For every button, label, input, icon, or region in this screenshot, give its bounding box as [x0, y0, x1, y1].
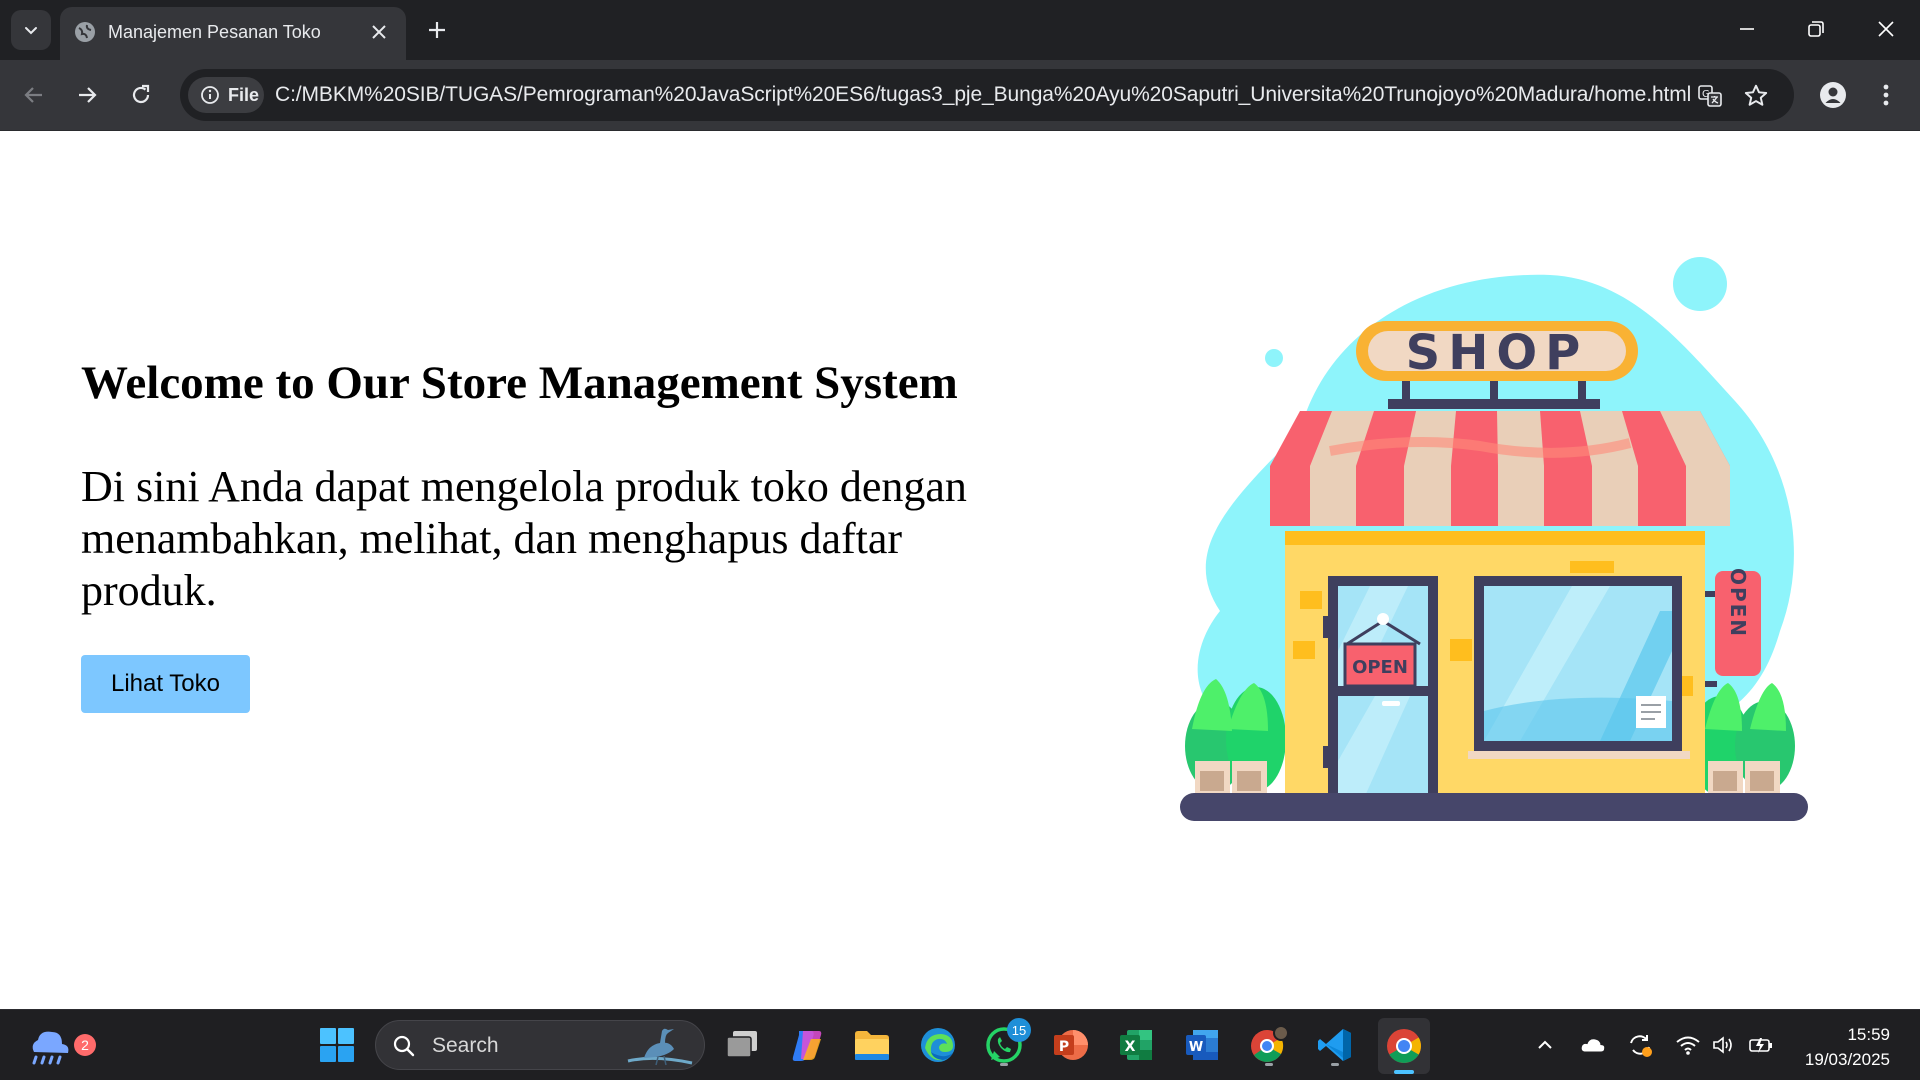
door-open-sign-text: OPEN [1352, 657, 1408, 678]
onedrive-button[interactable] [1580, 1032, 1606, 1058]
tab-search-button[interactable] [11, 10, 51, 50]
sync-icon [1630, 1035, 1652, 1057]
restore-button[interactable] [1801, 14, 1831, 44]
page-title: Welcome to Our Store Management System [81, 357, 958, 409]
browser-tab[interactable]: Manajemen Pesanan Toko [60, 7, 406, 60]
profile-icon [1820, 82, 1846, 108]
chrome-profile-icon [1251, 1025, 1289, 1062]
wifi-icon [1676, 1036, 1700, 1055]
clock-time: 15:59 [1847, 1025, 1890, 1044]
shop-illustration: SHOP OPEN OPEN [1180, 257, 1808, 821]
task-view-button[interactable] [719, 1022, 765, 1068]
svg-text:W: W [1189, 1040, 1203, 1055]
tab-title: Manajemen Pesanan Toko [108, 22, 321, 42]
vscode-icon [1318, 1029, 1351, 1061]
browser-toolbar: File C:/MBKM%20SIB/TUGAS/Pemrograman%20J… [0, 60, 1920, 131]
chrome-button[interactable] [1378, 1018, 1430, 1074]
windows-taskbar: 2 Search 15 P X W 15:59 19/03/2025 [0, 1009, 1920, 1080]
info-icon [201, 86, 219, 104]
bookmark-button[interactable] [1742, 82, 1770, 110]
arrow-left-icon [24, 87, 42, 103]
forward-button[interactable] [70, 78, 104, 112]
whatsapp-unread-badge: 15 [1007, 1018, 1031, 1042]
translate-button[interactable]: G [1696, 82, 1724, 110]
battery-button[interactable] [1748, 1032, 1774, 1058]
hero-section: Welcome to Our Store Management System D… [81, 355, 1041, 617]
reload-button[interactable] [124, 78, 158, 112]
shop-sign-text: SHOP [1406, 325, 1589, 381]
close-icon [1878, 21, 1894, 37]
volume-button[interactable] [1710, 1032, 1736, 1058]
back-button[interactable] [17, 78, 51, 112]
file-explorer-button[interactable] [849, 1022, 895, 1068]
clock-date: 19/03/2025 [1804, 1050, 1890, 1069]
browser-tab-bar: Manajemen Pesanan Toko [0, 0, 1920, 60]
speaker-icon [1713, 1036, 1732, 1054]
powerpoint-icon: P [1054, 1030, 1088, 1060]
chevron-down-icon [25, 27, 37, 35]
edge-button[interactable] [915, 1022, 961, 1068]
running-indicator [1000, 1063, 1008, 1066]
weather-alert-badge: 2 [74, 1034, 96, 1056]
taskbar-search[interactable]: Search [375, 1020, 705, 1070]
reload-icon [132, 84, 150, 104]
weather-widget[interactable]: 2 [26, 1024, 96, 1068]
page-description: Di sini Anda dapat mengelola produk toko… [81, 462, 967, 615]
close-window-button[interactable] [1871, 14, 1901, 44]
weather-cloud-icon [32, 1031, 69, 1065]
active-app-indicator [1394, 1070, 1414, 1074]
search-label: Search [432, 1034, 499, 1057]
copilot-button[interactable] [784, 1022, 830, 1068]
word-icon: W [1186, 1030, 1218, 1060]
address-bar[interactable]: File C:/MBKM%20SIB/TUGAS/Pemrograman%20J… [180, 69, 1794, 121]
arrow-right-icon [79, 87, 97, 103]
minimize-button[interactable] [1732, 14, 1762, 44]
running-indicator [1265, 1063, 1273, 1066]
translate-icon: G [1698, 85, 1722, 107]
copilot-icon [792, 1031, 822, 1061]
wifi-button[interactable] [1675, 1032, 1701, 1058]
url-text[interactable]: C:/MBKM%20SIB/TUGAS/Pemrograman%20JavaSc… [275, 83, 1691, 107]
sync-status-button[interactable] [1627, 1032, 1653, 1058]
onedrive-cloud-icon [1581, 1039, 1605, 1052]
file-chip-label: File [228, 84, 260, 105]
file-explorer-icon [855, 1031, 889, 1060]
svg-text:P: P [1059, 1039, 1069, 1055]
profile-button[interactable] [1816, 78, 1850, 112]
task-view-icon [726, 1031, 757, 1058]
star-icon [1744, 84, 1768, 106]
heron-search-highlight-icon [627, 1028, 693, 1066]
vscode-button[interactable] [1312, 1022, 1358, 1068]
windows-start-icon [320, 1028, 354, 1062]
excel-button[interactable]: X [1113, 1022, 1159, 1068]
web-page: Welcome to Our Store Management System D… [0, 131, 1920, 1009]
chrome-profile-button[interactable] [1246, 1022, 1292, 1068]
word-button[interactable]: W [1179, 1022, 1225, 1068]
running-indicator [1331, 1063, 1339, 1066]
start-button[interactable] [314, 1022, 360, 1068]
system-clock[interactable]: 15:59 19/03/2025 [1805, 1022, 1890, 1072]
close-tab-icon[interactable] [370, 23, 388, 41]
minimize-icon [1740, 28, 1754, 30]
powerpoint-button[interactable]: P [1047, 1022, 1093, 1068]
search-icon [393, 1035, 415, 1057]
excel-icon: X [1120, 1030, 1152, 1060]
whatsapp-button[interactable]: 15 [981, 1018, 1031, 1068]
chrome-icon [1387, 1029, 1421, 1063]
svg-text:X: X [1125, 1039, 1136, 1055]
edge-icon [921, 1028, 955, 1062]
chevron-up-icon [1538, 1040, 1552, 1049]
kebab-menu-icon [1883, 84, 1889, 106]
restore-icon [1808, 21, 1824, 37]
globe-icon [75, 22, 95, 42]
view-store-button[interactable]: Lihat Toko [81, 655, 250, 713]
new-tab-icon[interactable] [424, 17, 450, 43]
browser-menu-button[interactable] [1869, 78, 1903, 112]
battery-charging-icon [1749, 1038, 1772, 1053]
show-hidden-icons-button[interactable] [1532, 1032, 1558, 1058]
side-open-sign-text: OPEN [1726, 568, 1750, 638]
